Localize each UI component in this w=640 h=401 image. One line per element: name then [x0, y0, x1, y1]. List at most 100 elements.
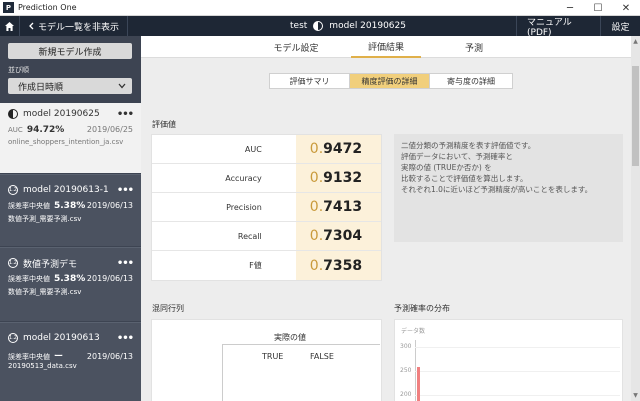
- metric-value: 0. 7304: [295, 222, 381, 250]
- description-line: それぞれ1.0に近いほど予測精度が高いことを表します。: [401, 185, 593, 194]
- confusion-header-divider: [222, 344, 380, 345]
- number-icon: 1.2: [8, 333, 18, 343]
- toggle-model-list-button[interactable]: モデル一覧を非表示: [20, 16, 129, 36]
- model-card-file: 数値予測_需要予測.csv: [8, 215, 82, 223]
- metric-value: 0. 7413: [295, 193, 381, 221]
- histogram-gridline: [415, 347, 620, 348]
- number-icon: 1.2: [8, 258, 18, 268]
- model-card-file: 20190513_data.csv: [8, 362, 77, 370]
- current-model-header: test model 20190625: [290, 16, 406, 36]
- metric-value: 0. 9132: [295, 164, 381, 192]
- subtab-accuracy-details[interactable]: 精度評価の詳細: [350, 74, 430, 88]
- more-menu-icon[interactable]: •••: [117, 333, 134, 344]
- model-card-metric-value: 5.38%: [54, 274, 86, 284]
- model-card-metric-value: 5.38%: [54, 201, 86, 211]
- metric-value: 0. 7358: [295, 251, 381, 280]
- metric-label: Accuracy: [225, 173, 262, 183]
- number-icon: 1.2: [8, 185, 18, 195]
- model-card-metric-value: ー: [54, 352, 64, 362]
- confusion-col-true: TRUE: [262, 352, 284, 361]
- metric-value: 0. 9472: [295, 135, 381, 163]
- description-line: 実際の値 (TRUEか否か) を: [401, 163, 492, 172]
- toggle-model-list-label: モデル一覧を非表示: [38, 22, 120, 33]
- close-button[interactable]: ✕: [612, 0, 640, 16]
- metric-row-precision: Precision 0. 7413: [152, 193, 381, 222]
- model-card-metric-label: 誤差率中央値: [8, 202, 50, 210]
- subtab-summary[interactable]: 評価サマリ: [270, 74, 350, 88]
- histogram-bar: [417, 367, 420, 401]
- histogram-gridline: [415, 395, 620, 396]
- model-card-metric-label: 誤差率中央値: [8, 353, 50, 361]
- tab-model-settings[interactable]: モデル設定: [259, 36, 333, 58]
- tab-prediction[interactable]: 予測: [439, 36, 509, 58]
- model-card-name: model 20190625: [23, 109, 100, 119]
- model-card-date: 2019/06/13: [86, 201, 133, 210]
- model-card-metric-value: 94.72%: [26, 125, 65, 135]
- model-card-date: 2019/06/13: [86, 352, 133, 361]
- metric-row-recall: Recall 0. 7304: [152, 222, 381, 251]
- sort-label: 並び順: [8, 66, 29, 74]
- probability-distribution-title: 予測確率の分布: [394, 304, 450, 313]
- scroll-up-icon[interactable]: ▲: [631, 38, 640, 45]
- confusion-row-divider: [222, 344, 223, 401]
- model-card-file: 数値予測_需要予測.csv: [8, 288, 82, 296]
- scroll-thumb[interactable]: [632, 66, 639, 166]
- home-icon: [5, 21, 14, 31]
- model-card-numeric-demo[interactable]: 1.2 数値予測デモ ••• 誤差率中央値 5.38% 2019/06/13 数…: [0, 247, 141, 321]
- scroll-down-icon[interactable]: ▼: [631, 392, 640, 399]
- model-card-date: 2019/06/25: [86, 125, 133, 134]
- model-card-name: model 20190613-1: [23, 185, 109, 195]
- binary-classification-icon: [313, 21, 324, 31]
- histogram-gridline: [415, 371, 620, 372]
- model-card-model-20190613-1[interactable]: 1.2 model 20190613-1 ••• 誤差率中央値 5.38% 20…: [0, 174, 141, 246]
- model-card-name: model 20190613: [23, 333, 100, 343]
- metric-row-f-score: F値 0. 7358: [152, 251, 381, 280]
- histogram-y-tick: 250: [400, 367, 412, 374]
- metric-label: Precision: [226, 202, 262, 212]
- histogram-y-label: データ数: [401, 328, 426, 335]
- metric-label: Recall: [237, 231, 262, 241]
- model-card-model-20190613[interactable]: 1.2 model 20190613 ••• 誤差率中央値 ー 2019/06/…: [0, 322, 141, 401]
- app-topbar: モデル一覧を非表示 test model 20190625 マニュアル (PDF…: [0, 16, 640, 38]
- model-card-name: 数値予測デモ: [23, 259, 78, 270]
- more-menu-icon[interactable]: •••: [117, 109, 134, 120]
- evaluation-section-title: 評価値: [152, 120, 176, 129]
- subtab-contribution-details[interactable]: 寄与度の詳細: [430, 74, 512, 88]
- window-title: Prediction One: [18, 3, 77, 12]
- project-name: test: [290, 21, 308, 31]
- more-menu-icon[interactable]: •••: [117, 185, 134, 196]
- metrics-table: AUC 0. 9472 Accuracy 0. 9132 Precision 0. 7…: [151, 134, 382, 281]
- evaluation-description: 二値分類の予測精度を表す評価値です。 評価データにおいて、予測確率と 実際の値 …: [394, 134, 623, 242]
- metric-row-accuracy: Accuracy 0. 9132: [152, 164, 381, 193]
- model-card-file: online_shoppers_intention_ja.csv: [8, 138, 124, 146]
- app-logo-icon: P: [3, 2, 14, 13]
- metric-label: AUC: [244, 144, 262, 154]
- more-menu-icon[interactable]: •••: [117, 258, 134, 269]
- model-card-date: 2019/06/13: [86, 274, 133, 283]
- probability-histogram-panel: データ数 300 250 200: [394, 319, 623, 401]
- new-model-button[interactable]: 新規モデル作成: [8, 43, 132, 59]
- chevron-left-icon: [29, 22, 34, 30]
- confusion-matrix-title: 混同行列: [152, 304, 184, 313]
- description-line: 評価データにおいて、予測確率と: [401, 152, 513, 161]
- half-circle-icon: [8, 109, 18, 119]
- main-scrollbar[interactable]: ▲ ▼: [631, 36, 640, 401]
- confusion-matrix-panel: 実際の値 TRUE FALSE: [151, 319, 382, 401]
- model-card-metric-label: AUC: [8, 126, 23, 134]
- settings-link[interactable]: 設定: [600, 16, 640, 36]
- evaluation-subtabs: 評価サマリ 精度評価の詳細 寄与度の詳細: [269, 73, 513, 89]
- manual-pdf-link[interactable]: マニュアル (PDF): [516, 16, 600, 38]
- histogram-y-tick: 200: [400, 391, 412, 398]
- main-content: モデル設定 評価結果 予測 評価サマリ 精度評価の詳細 寄与度の詳細 評価値 A…: [141, 36, 631, 401]
- current-model-name: model 20190625: [329, 21, 406, 31]
- sort-select[interactable]: 作成日時順: [8, 78, 132, 94]
- home-button[interactable]: [0, 16, 20, 36]
- model-list-sidebar: 新規モデル作成 並び順 作成日時順 model 20190625 ••• AUC…: [0, 36, 141, 401]
- metric-label: F値: [249, 261, 262, 270]
- description-line: 二値分類の予測精度を表す評価値です。: [401, 141, 536, 150]
- tab-evaluation-results[interactable]: 評価結果: [351, 36, 421, 58]
- histogram-y-tick: 300: [400, 343, 412, 350]
- main-tabs: モデル設定 評価結果 予測: [141, 36, 631, 58]
- model-card-model-20190625[interactable]: model 20190625 ••• AUC 94.72% 2019/06/25…: [0, 103, 141, 173]
- description-line: 比較することで評価値を算出します。: [401, 174, 528, 183]
